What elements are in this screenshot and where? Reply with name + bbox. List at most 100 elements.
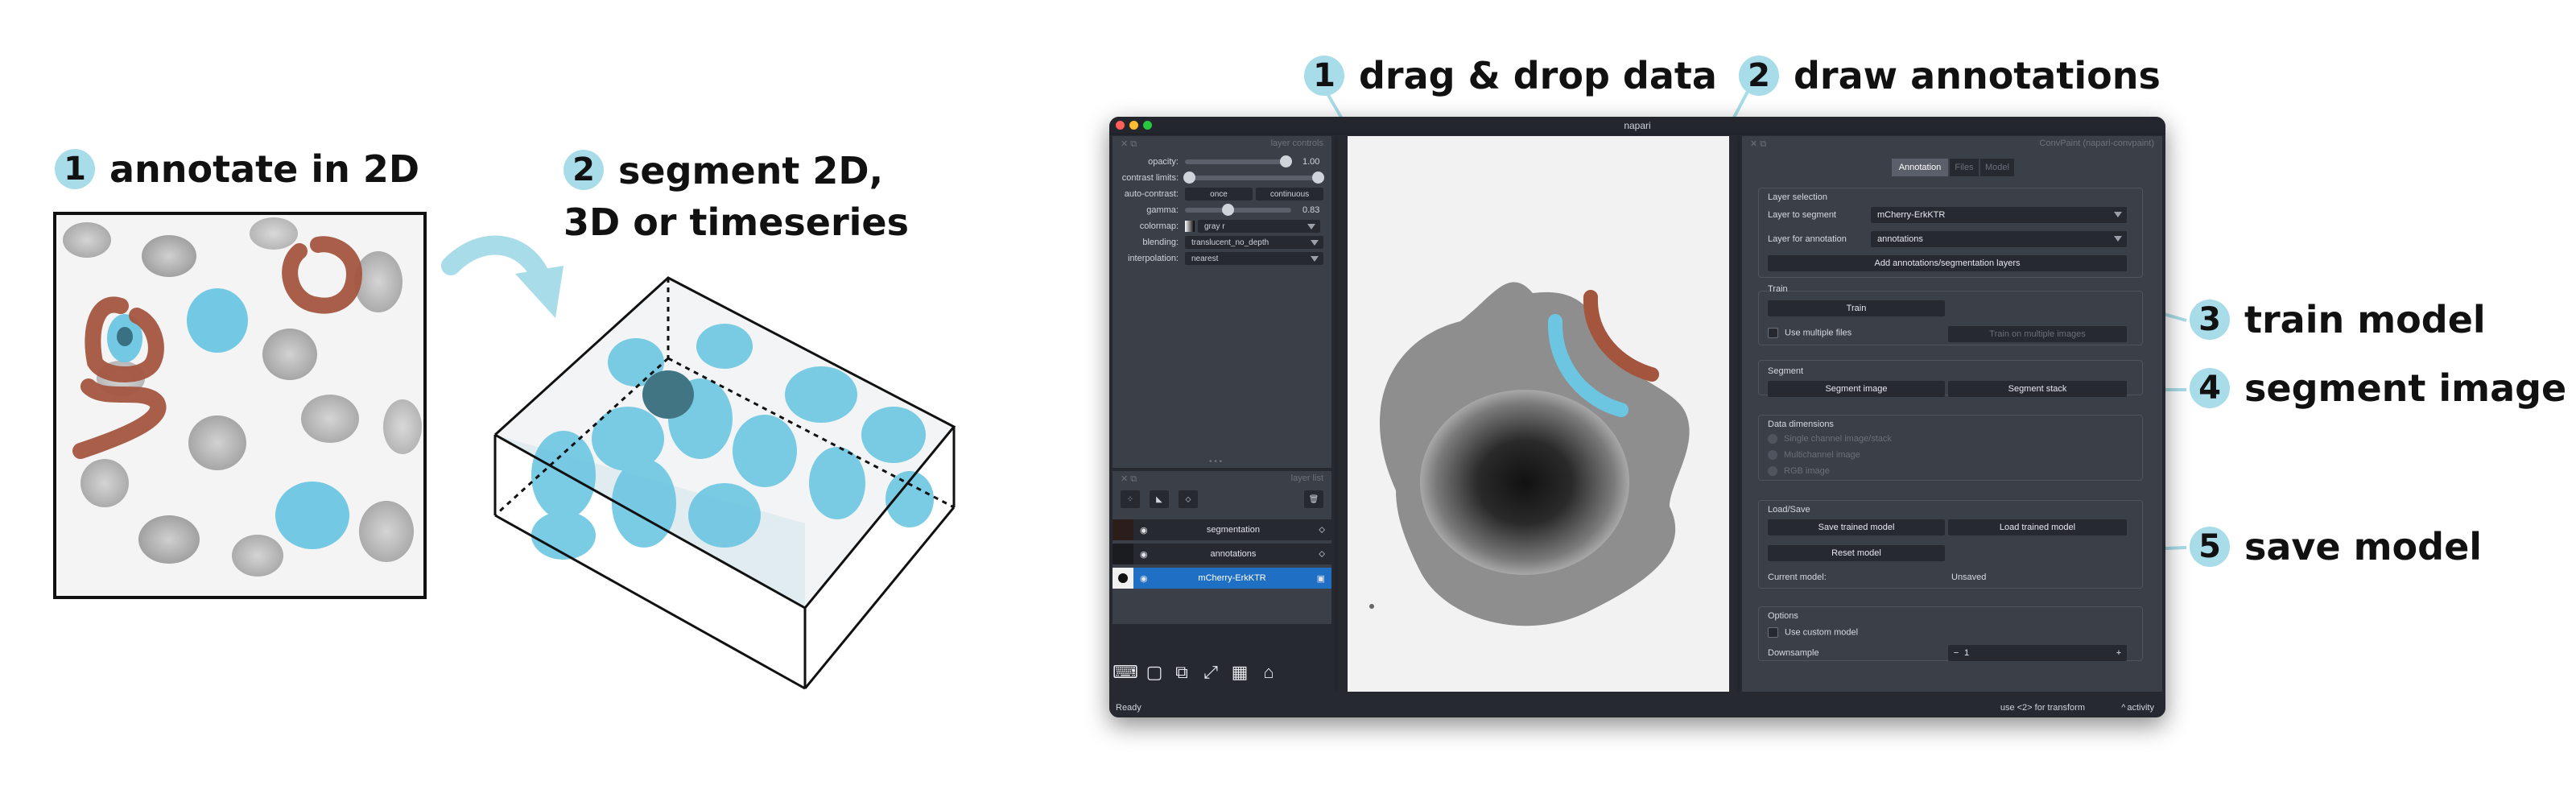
layer-to-segment-label: Layer to segment (1768, 210, 1836, 220)
opacity-slider[interactable] (1185, 155, 1292, 167)
select-value: annotations (1877, 234, 1923, 244)
checkbox-label: Use custom model (1785, 627, 1859, 638)
train-multiple-button[interactable]: Train on multiple images (1948, 326, 2127, 342)
layer-name: mCherry-ErkKTR (1198, 573, 1266, 583)
segment-image-button[interactable]: Segment image (1768, 381, 1945, 397)
checkbox[interactable] (1768, 328, 1778, 338)
dock-close-icon[interactable]: ✕ ⧉ (1750, 138, 1766, 150)
layer-thumbnail (1113, 519, 1133, 540)
contrast-slider[interactable] (1183, 172, 1324, 184)
gamma-slider[interactable] (1185, 204, 1291, 216)
chevron-down-icon (2114, 236, 2122, 242)
reset-model-button[interactable]: Reset model (1768, 545, 1945, 561)
slider-handle[interactable] (1183, 172, 1195, 184)
step-number-badge: 4 (2190, 368, 2230, 408)
napari-window: napari ✕ ⧉ layer controls opacity: 1.00 c… (1109, 117, 2165, 717)
step-segment-3d: 2 segment 2D, 3D or timeseries (564, 145, 909, 248)
new-labels-layer-icon[interactable]: ⬦ (1179, 490, 1198, 508)
interpolation-select[interactable]: nearest (1185, 252, 1323, 265)
contrast-row: contrast limits: (1113, 170, 1331, 186)
step-label: drag & drop data (1359, 54, 1717, 97)
colormap-label: colormap: (1139, 221, 1179, 231)
dock-resize-handle[interactable]: • • • (1209, 457, 1222, 466)
layer-name: annotations (1210, 549, 1257, 559)
load-model-button[interactable]: Load trained model (1948, 519, 2127, 535)
roll-dims-icon[interactable]: ⧉ (1170, 661, 1193, 684)
decrement-button[interactable]: − (1948, 648, 1964, 658)
window-titlebar: napari (1109, 117, 2165, 134)
step-label-line2: 3D or timeseries (564, 200, 910, 244)
custom-model-checkbox[interactable]: Use custom model (1768, 627, 1858, 638)
activity-button[interactable]: ^ activity (2121, 703, 2154, 713)
eye-icon[interactable]: ◉ (1140, 549, 1148, 560)
layer-row-selected[interactable]: ◉ mCherry-ErkKTR ▣ (1113, 568, 1331, 589)
opacity-label: opacity: (1148, 157, 1179, 167)
gamma-row: gamma: 0.83 (1113, 202, 1331, 218)
toggle-ndisplay-icon[interactable]: ▢ (1143, 661, 1166, 684)
dock-close-icon[interactable]: ✕ ⧉ (1121, 138, 1137, 150)
radio-multichannel[interactable]: Multichannel image (1768, 450, 1860, 461)
train-button[interactable]: Train (1768, 300, 1945, 316)
chevron-down-icon (1307, 224, 1315, 229)
slider-handle[interactable] (1222, 204, 1234, 216)
eye-icon[interactable]: ◉ (1140, 525, 1148, 535)
add-layers-button[interactable]: Add annotations/segmentation layers (1768, 255, 2127, 271)
multiple-files-checkbox[interactable]: Use multiple files (1768, 328, 1852, 338)
colormap-value: gray r (1204, 221, 1225, 231)
layer-name: segmentation (1206, 525, 1260, 535)
blending-label: blending: (1142, 238, 1179, 247)
increment-button[interactable]: + (2111, 648, 2127, 658)
grid-view-icon[interactable]: ▦ (1228, 661, 1251, 684)
chevron-down-icon (2114, 212, 2122, 217)
downsample-stepper[interactable]: − 1 + (1948, 645, 2127, 661)
step-draw-annotations: 2 draw annotations (1739, 54, 2161, 97)
checkbox[interactable] (1768, 627, 1778, 638)
slider-handle[interactable] (1312, 172, 1324, 184)
splitter[interactable] (1737, 136, 1740, 692)
chevron-down-icon (1311, 256, 1319, 262)
new-shapes-layer-icon[interactable]: ◣ (1150, 490, 1169, 508)
step-label: draw annotations (1794, 54, 2161, 97)
viewer-canvas[interactable] (1348, 136, 1729, 692)
step-save-model: 5 save model (2190, 525, 2482, 568)
group-title: Layer selection (1768, 192, 1827, 202)
tab-model[interactable]: Model (1980, 159, 2014, 176)
volume-3d-box (493, 276, 956, 690)
current-model-label: Current model: (1768, 573, 1827, 582)
radio[interactable] (1768, 466, 1777, 477)
dock-title: layer controls (1270, 138, 1323, 148)
eye-icon[interactable]: ◉ (1140, 573, 1148, 584)
colormap-select[interactable]: gray r (1198, 220, 1320, 233)
layer-row[interactable]: ◉ annotations ⬦ (1113, 544, 1331, 564)
save-model-button[interactable]: Save trained model (1768, 519, 1945, 535)
transpose-icon[interactable]: ⤢ (1199, 661, 1222, 684)
layer-to-segment-select[interactable]: mCherry-ErkKTR (1871, 207, 2127, 223)
tab-files[interactable]: Files (1950, 159, 1979, 176)
radio[interactable] (1768, 450, 1777, 461)
viewer-buttons: ⌨ ▢ ⧉ ⤢ ▦ ⌂ (1109, 661, 1331, 693)
segment-stack-button[interactable]: Segment stack (1948, 381, 2127, 397)
radio[interactable] (1768, 434, 1777, 444)
tab-annotation[interactable]: Annotation (1892, 159, 1948, 176)
radio-rgb[interactable]: RGB image (1768, 466, 1830, 477)
radio-single-channel[interactable]: Single channel image/stack (1768, 434, 1892, 444)
home-icon[interactable]: ⌂ (1257, 661, 1280, 684)
group-title: Segment (1768, 366, 1804, 376)
new-points-layer-icon[interactable]: ⁘ (1121, 490, 1140, 508)
autocontrast-once-button[interactable]: once (1185, 188, 1253, 200)
dock-close-icon[interactable]: ✕ ⧉ (1121, 473, 1137, 485)
group-title: Train (1768, 284, 1788, 294)
nuclei-2d-image (53, 212, 427, 599)
status-hint: use <2> for transform (2000, 703, 2085, 713)
blending-select[interactable]: translucent_no_depth (1185, 236, 1323, 249)
autocontrast-continuous-button[interactable]: continuous (1256, 188, 1323, 200)
layer-for-annotation-select[interactable]: annotations (1871, 231, 2127, 247)
layer-row[interactable]: ◉ segmentation ⬦ (1113, 519, 1331, 540)
splitter[interactable] (1335, 136, 1338, 692)
colormap-row: colormap: gray r (1113, 218, 1331, 234)
status-bar: Ready use <2> for transform ^ activity (1109, 698, 2165, 717)
slider-handle[interactable] (1280, 155, 1292, 167)
delete-layer-icon[interactable]: 🗑 (1304, 490, 1323, 508)
console-icon[interactable]: ⌨ (1113, 661, 1138, 684)
group-title: Options (1768, 611, 1798, 621)
